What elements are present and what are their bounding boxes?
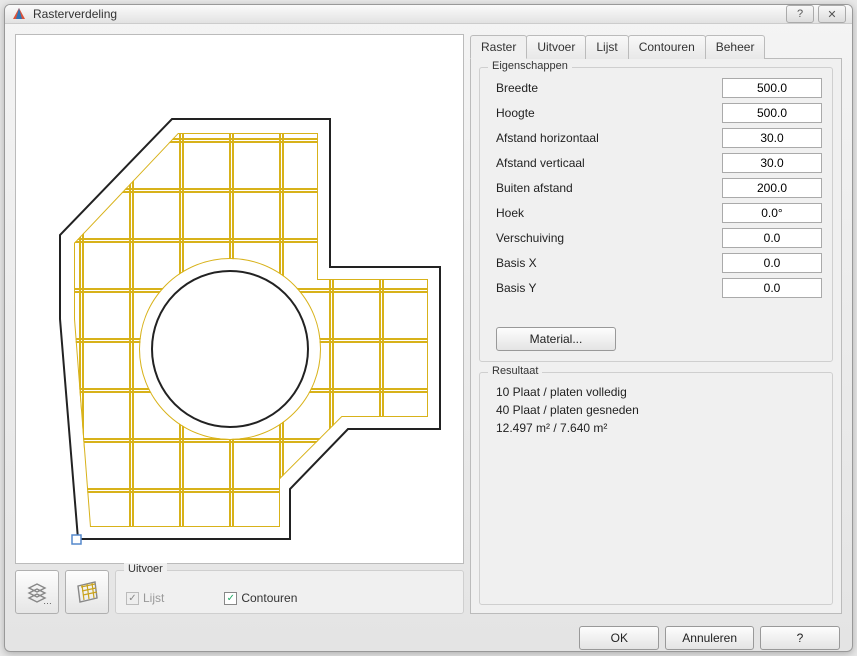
properties-group-label: Eigenschappen — [488, 60, 572, 72]
property-label: Buiten afstand — [490, 181, 722, 195]
result-group-label: Resultaat — [488, 365, 542, 377]
help-window-button[interactable]: ? — [786, 5, 814, 23]
property-label: Breedte — [490, 81, 722, 95]
afstand-verticaal-input[interactable] — [722, 153, 822, 173]
afstand-horizontaal-input[interactable] — [722, 128, 822, 148]
tab-lijst[interactable]: Lijst — [585, 35, 628, 59]
content-area: … — [5, 24, 852, 618]
property-row: Hoogte — [490, 103, 822, 123]
property-row: Afstand horizontaal — [490, 128, 822, 148]
property-label: Basis X — [490, 256, 722, 270]
ok-button[interactable]: OK — [579, 626, 659, 650]
output-lijst-checkbox: ✓ Lijst — [126, 591, 164, 605]
raster-preview-drawing — [30, 49, 450, 549]
property-row: Afstand verticaal — [490, 153, 822, 173]
property-row: Buiten afstand — [490, 178, 822, 198]
close-window-button[interactable]: ✕ — [818, 5, 846, 23]
tab-beheer[interactable]: Beheer — [705, 35, 766, 59]
output-contouren-checkbox[interactable]: ✓ Contouren — [224, 591, 297, 605]
property-row: Basis Y — [490, 278, 822, 298]
preview-toolbar: … — [15, 570, 464, 614]
tab-panel-raster: Eigenschappen Breedte Hoogte Afstand hor… — [470, 59, 842, 614]
titlebar: Rasterverdeling ? ✕ — [5, 5, 852, 24]
output-options-group: Uitvoer ✓ Lijst ✓ Contouren — [115, 570, 464, 614]
left-column: … — [15, 34, 464, 614]
tab-contouren[interactable]: Contouren — [628, 35, 706, 59]
property-row: Hoek — [490, 203, 822, 223]
svg-text:…: … — [43, 596, 51, 606]
property-label: Verschuiving — [490, 231, 722, 245]
output-lijst-label: Lijst — [143, 591, 164, 605]
material-button[interactable]: Material... — [496, 327, 616, 351]
layer-options-button[interactable]: … — [15, 570, 59, 614]
tab-raster[interactable]: Raster — [470, 35, 527, 59]
checkbox-icon: ✓ — [126, 592, 139, 605]
property-label: Afstand horizontaal — [490, 131, 722, 145]
breedte-input[interactable] — [722, 78, 822, 98]
checkbox-icon: ✓ — [224, 592, 237, 605]
app-icon — [11, 6, 27, 22]
tab-bar: Raster Uitvoer Lijst Contouren Beheer — [470, 34, 842, 59]
property-label: Hoogte — [490, 106, 722, 120]
hoek-input[interactable] — [722, 203, 822, 223]
cancel-button[interactable]: Annuleren — [665, 626, 754, 650]
result-line: 40 Plaat / platen gesneden — [490, 401, 822, 419]
hoogte-input[interactable] — [722, 103, 822, 123]
dialog-window: Rasterverdeling ? ✕ — [4, 4, 853, 652]
right-column: Raster Uitvoer Lijst Contouren Beheer Ei… — [470, 34, 842, 614]
result-line: 10 Plaat / platen volledig — [490, 383, 822, 401]
dialog-footer: OK Annuleren ? — [5, 618, 852, 652]
property-row: Basis X — [490, 253, 822, 273]
property-label: Afstand verticaal — [490, 156, 722, 170]
property-row: Breedte — [490, 78, 822, 98]
property-label: Hoek — [490, 206, 722, 220]
basis-x-input[interactable] — [722, 253, 822, 273]
property-label: Basis Y — [490, 281, 722, 295]
property-row: Verschuiving — [490, 228, 822, 248]
basis-y-input[interactable] — [722, 278, 822, 298]
result-line: 12.497 m² / 7.640 m² — [490, 419, 822, 437]
tab-uitvoer[interactable]: Uitvoer — [526, 35, 586, 59]
grid-fill-button[interactable] — [65, 570, 109, 614]
output-contouren-label: Contouren — [241, 591, 297, 605]
result-group: Resultaat 10 Plaat / platen volledig 40 … — [479, 372, 833, 605]
properties-group: Eigenschappen Breedte Hoogte Afstand hor… — [479, 67, 833, 362]
buiten-afstand-input[interactable] — [722, 178, 822, 198]
help-button[interactable]: ? — [760, 626, 840, 650]
output-group-label: Uitvoer — [124, 563, 167, 575]
window-title: Rasterverdeling — [33, 7, 782, 21]
preview-canvas — [15, 34, 464, 564]
verschuiving-input[interactable] — [722, 228, 822, 248]
